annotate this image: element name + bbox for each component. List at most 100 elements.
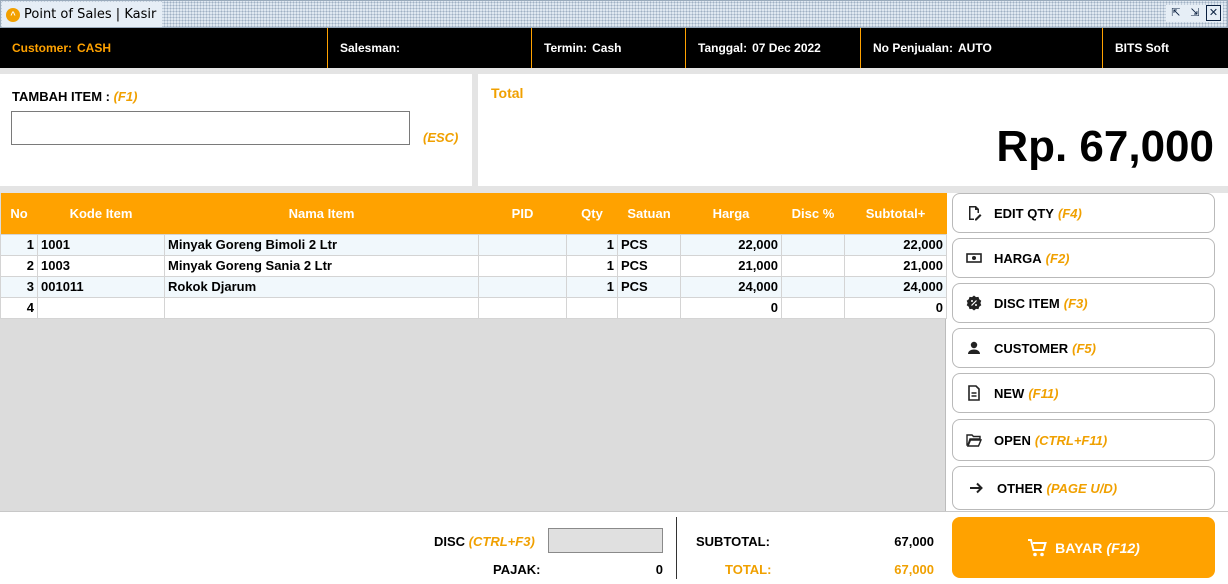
no-penjualan-label: No Penjualan:	[873, 41, 954, 55]
title-bar[interactable]: ^ Point of Sales | Kasir ⇱ ⇲ ✕	[0, 0, 1228, 28]
close-icon[interactable]: ✕	[1206, 5, 1221, 21]
termin-label: Termin:	[544, 41, 588, 55]
cell-harga[interactable]: 22,000	[680, 233, 782, 256]
cell-qty[interactable]: 1	[566, 254, 618, 277]
folder-open-icon	[966, 434, 982, 447]
table-row[interactable]: 1 1001 Minyak Goreng Bimoli 2 Ltr 1 PCS …	[0, 233, 947, 256]
cell-subtotal[interactable]: 24,000	[844, 275, 947, 298]
col-header-satuan[interactable]: Satuan	[617, 193, 681, 234]
customer-button[interactable]: CUSTOMER (F5)	[952, 328, 1215, 368]
table-row[interactable]: 2 1003 Minyak Goreng Sania 2 Ltr 1 PCS 2…	[0, 254, 947, 277]
person-icon	[968, 341, 980, 354]
divider	[0, 186, 1228, 193]
cell-pid[interactable]	[478, 233, 567, 256]
cell-disc[interactable]	[781, 275, 845, 298]
cell-nama[interactable]	[164, 296, 479, 319]
info-termin: Termin: Cash	[532, 28, 686, 68]
cell-disc[interactable]	[781, 233, 845, 256]
info-brand: BITS Soft	[1103, 28, 1228, 68]
bayar-button[interactable]: BAYAR (F12)	[952, 517, 1215, 578]
cell-no[interactable]: 2	[0, 254, 38, 277]
col-header-disc[interactable]: Disc %	[781, 193, 845, 234]
title-chip: ^ Point of Sales | Kasir	[2, 2, 163, 27]
col-header-subtotal[interactable]: Subtotal+	[844, 193, 947, 234]
col-header-qty[interactable]: Qty	[566, 193, 618, 234]
cell-harga[interactable]: 0	[680, 296, 782, 319]
tanggal-value: 07 Dec 2022	[752, 41, 821, 55]
col-header-nama[interactable]: Nama Item	[164, 193, 479, 234]
subtotal-value: 67,000	[894, 534, 934, 549]
cell-qty[interactable]: 1	[566, 233, 618, 256]
window-controls: ⇱ ⇲ ✕	[1166, 5, 1223, 22]
total-panel: Total Rp. 67,000	[478, 74, 1228, 186]
other-label: OTHER	[997, 480, 1043, 496]
cell-no[interactable]: 3	[0, 275, 38, 298]
cell-subtotal[interactable]: 22,000	[844, 233, 947, 256]
add-item-input[interactable]	[11, 111, 410, 145]
cell-disc[interactable]	[781, 254, 845, 277]
new-label: NEW	[994, 385, 1025, 401]
add-item-label: TAMBAH ITEM : (F1)	[12, 89, 137, 104]
col-header-no[interactable]: No	[0, 193, 38, 234]
subtotal-label: SUBTOTAL:	[696, 534, 770, 549]
cell-kode[interactable]: 001011	[37, 275, 165, 298]
restore-icon[interactable]: ⇱	[1168, 5, 1184, 22]
cell-satuan[interactable]	[617, 296, 681, 319]
col-header-pid[interactable]: PID	[478, 193, 567, 234]
grand-total-label: TOTAL:	[725, 562, 772, 577]
info-tanggal: Tanggal: 07 Dec 2022	[686, 28, 861, 68]
cell-satuan[interactable]: PCS	[617, 275, 681, 298]
harga-button[interactable]: HARGA (F2)	[952, 238, 1215, 278]
open-label: OPEN	[994, 432, 1031, 448]
cell-disc[interactable]	[781, 296, 845, 319]
items-grid[interactable]: No Kode Item Nama Item PID Qty Satuan Ha…	[0, 193, 947, 511]
cell-satuan[interactable]: PCS	[617, 254, 681, 277]
cell-pid[interactable]	[478, 296, 567, 319]
cell-qty[interactable]	[566, 296, 618, 319]
table-row[interactable]: 4 0 0	[0, 296, 947, 319]
table-row[interactable]: 3 001011 Rokok Djarum 1 PCS 24,000 24,00…	[0, 275, 947, 298]
customer-label: CUSTOMER	[994, 340, 1069, 356]
cell-no[interactable]: 1	[0, 233, 38, 256]
cell-qty[interactable]: 1	[566, 275, 618, 298]
brand-name: BITS Soft	[1115, 41, 1169, 55]
cell-nama[interactable]: Minyak Goreng Sania 2 Ltr	[164, 254, 479, 277]
cell-subtotal[interactable]: 0	[844, 296, 947, 319]
col-header-harga[interactable]: Harga	[680, 193, 782, 234]
minimize-icon[interactable]: ⇲	[1187, 5, 1203, 22]
cell-pid[interactable]	[478, 275, 567, 298]
window-title: Point of Sales | Kasir	[24, 7, 157, 22]
total-label: Total	[491, 85, 524, 101]
cell-kode[interactable]: 1003	[37, 254, 165, 277]
edit-qty-label: EDIT QTY	[994, 205, 1054, 221]
add-item-label-text: TAMBAH ITEM :	[12, 89, 110, 104]
info-customer: Customer: CASH	[0, 28, 328, 68]
info-salesman: Salesman:	[328, 28, 532, 68]
info-no-penjualan: No Penjualan: AUTO	[861, 28, 1103, 68]
cell-satuan[interactable]: PCS	[617, 233, 681, 256]
cell-harga[interactable]: 24,000	[680, 275, 782, 298]
cell-kode[interactable]	[37, 296, 165, 319]
edit-qty-button[interactable]: EDIT QTY (F4)	[952, 193, 1215, 233]
col-header-kode[interactable]: Kode Item	[37, 193, 165, 234]
other-button[interactable]: OTHER (PAGE U/D)	[952, 466, 1215, 510]
cell-pid[interactable]	[478, 254, 567, 277]
info-bar: Customer: CASH Salesman: Termin: Cash Ta…	[0, 28, 1228, 68]
new-button[interactable]: NEW (F11)	[952, 373, 1215, 413]
arrow-right-icon	[970, 482, 983, 494]
cell-kode[interactable]: 1001	[37, 233, 165, 256]
customer-label: Customer:	[12, 41, 73, 55]
app-logo-icon: ^	[6, 7, 20, 22]
cell-nama[interactable]: Minyak Goreng Bimoli 2 Ltr	[164, 233, 479, 256]
customer-hotkey: (F5)	[1072, 340, 1096, 356]
cell-harga[interactable]: 21,000	[680, 254, 782, 277]
cell-no[interactable]: 4	[0, 296, 38, 319]
disc-label-text: DISC	[434, 534, 466, 549]
disc-field[interactable]	[548, 528, 663, 553]
summary-divider	[676, 517, 677, 579]
open-button[interactable]: OPEN (CTRL+F11)	[952, 419, 1215, 461]
cell-subtotal[interactable]: 21,000	[844, 254, 947, 277]
salesman-label: Salesman:	[340, 41, 401, 55]
cell-nama[interactable]: Rokok Djarum	[164, 275, 479, 298]
disc-item-button[interactable]: DISC ITEM (F3)	[952, 283, 1215, 323]
